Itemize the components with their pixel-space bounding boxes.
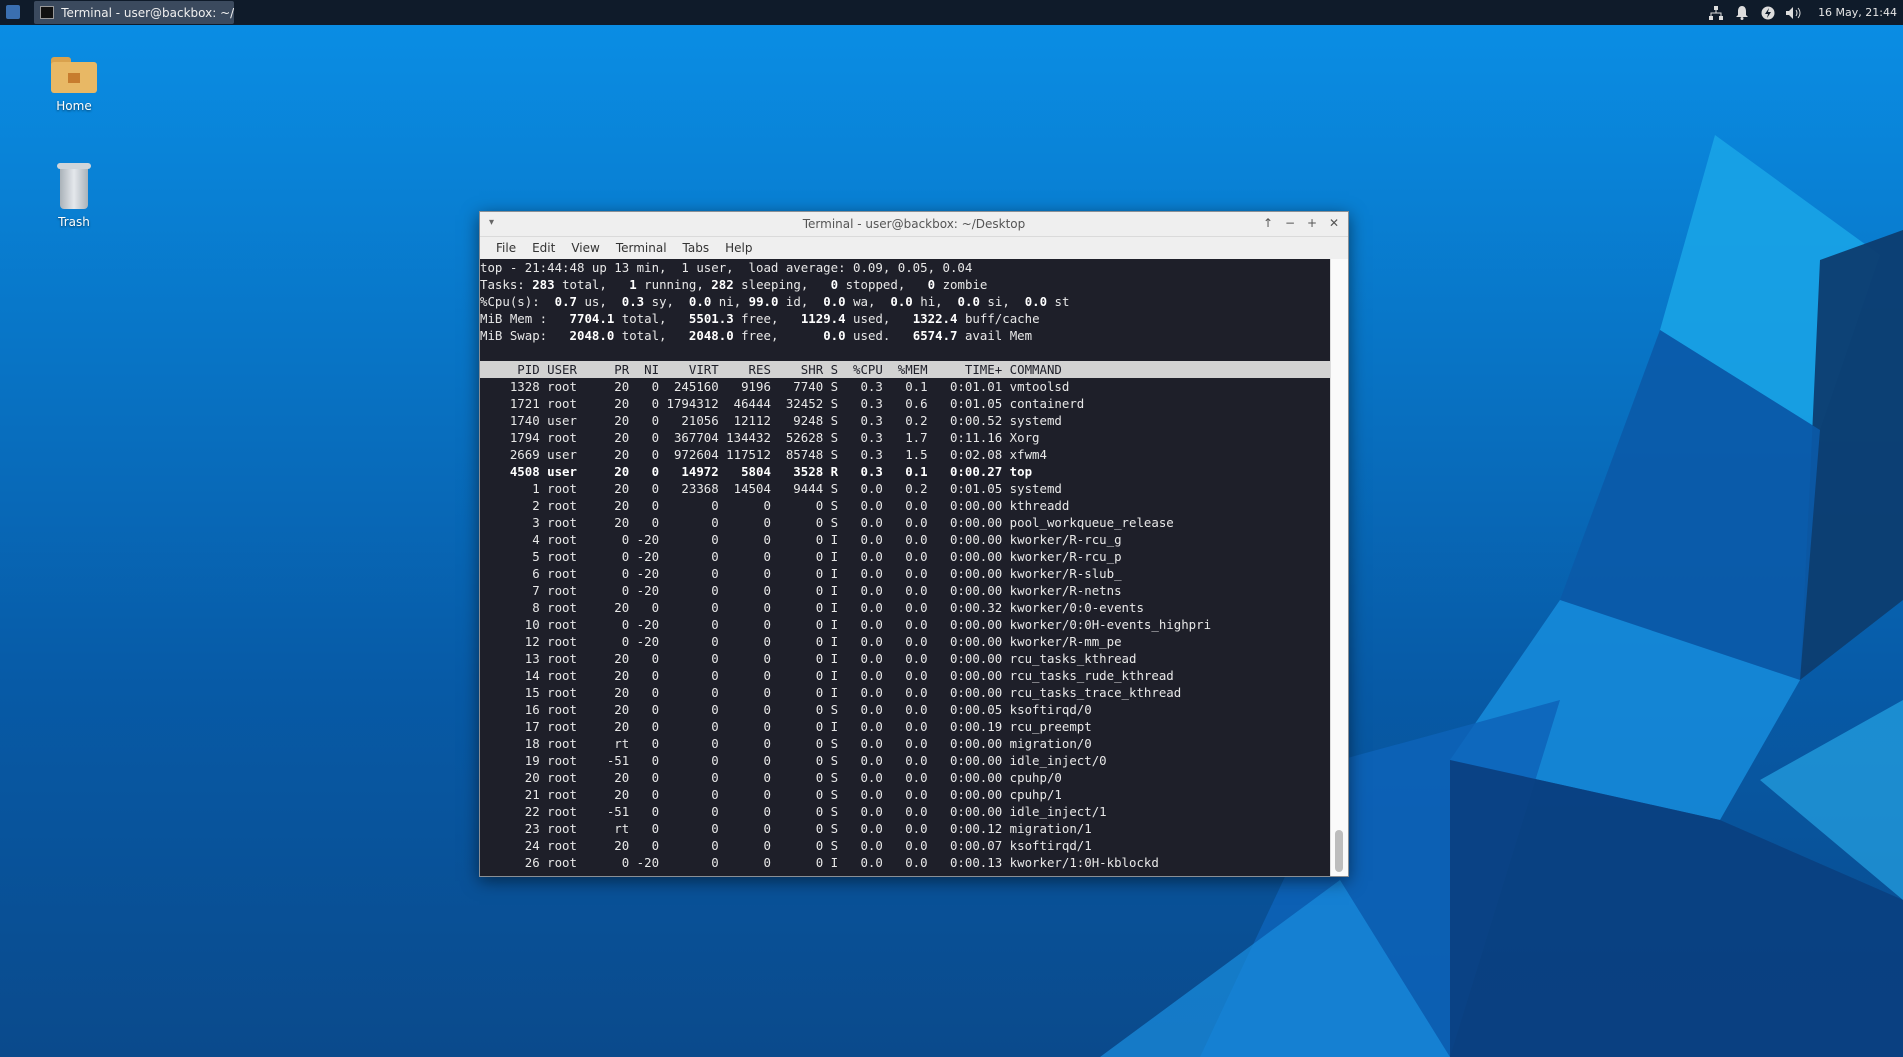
terminal-scrollbar[interactable] [1330,259,1348,876]
process-row: 4 root 0 -20 0 0 0 I 0.0 0.0 0:00.00 kwo… [480,532,1122,547]
process-row: 17 root 20 0 0 0 0 I 0.0 0.0 0:00.19 rcu… [480,719,1092,734]
minimize-icon[interactable]: − [1282,215,1298,231]
process-row: 5 root 0 -20 0 0 0 I 0.0 0.0 0:00.00 kwo… [480,549,1122,564]
applications-menu-icon[interactable] [6,5,20,19]
power-icon[interactable] [1760,5,1776,21]
process-row: 1 root 20 0 23368 14504 9444 S 0.0 0.2 0… [480,481,1062,496]
process-row: 8 root 20 0 0 0 0 I 0.0 0.0 0:00.32 kwor… [480,600,1144,615]
process-row: 14 root 20 0 0 0 0 I 0.0 0.0 0:00.00 rcu… [480,668,1174,683]
menu-file[interactable]: File [488,241,524,255]
tasks-total: 283 [532,277,555,292]
mem-buff: 1322.4 [912,311,958,326]
terminal-icon [40,6,55,19]
blank-line [480,344,1330,361]
top-cpu-line: %Cpu(s): 0.7 us, 0.3 sy, 0.0 ni, 99.0 id… [480,294,1070,309]
process-row: 7 root 0 -20 0 0 0 I 0.0 0.0 0:00.00 kwo… [480,583,1122,598]
process-row: 3 root 20 0 0 0 0 S 0.0 0.0 0:00.00 pool… [480,515,1174,530]
process-row: 2669 user 20 0 972604 117512 85748 S 0.3… [480,447,1047,462]
taskbar-title: Terminal - user@backbox: ~/... [61,5,234,20]
mem-used: 1129.4 [800,311,846,326]
bell-icon[interactable] [1734,5,1750,21]
desktop-icon-home[interactable]: Home [34,57,114,113]
process-table-header: PID USER PR NI VIRT RES SHR S %CPU %MEM … [480,361,1330,378]
desktop-icon-trash[interactable]: Trash [34,163,114,229]
cpu-si: 0.0 [957,294,980,309]
menu-edit[interactable]: Edit [524,241,563,255]
tasks-zombie: 0 [927,277,936,292]
top-panel: Terminal - user@backbox: ~/... 16 May, 2… [0,0,1903,25]
home-folder-icon [51,57,97,93]
mem-free: 5501.3 [688,311,734,326]
process-row: 24 root 20 0 0 0 0 S 0.0 0.0 0:00.07 kso… [480,838,1092,853]
volume-icon[interactable] [1786,5,1802,21]
top-swap-line: MiB Swap: 2048.0 total, 2048.0 free, 0.0… [480,328,1033,343]
window-title: Terminal - user@backbox: ~/Desktop [802,217,1026,231]
home-label: Home [56,99,92,113]
swap-free: 2048.0 [688,328,734,343]
process-row: 1794 root 20 0 367704 134432 52628 S 0.3… [480,430,1040,445]
keep-above-icon[interactable]: ↑ [1260,215,1276,231]
process-row: 6 root 0 -20 0 0 0 I 0.0 0.0 0:00.00 kwo… [480,566,1122,581]
network-icon[interactable] [1708,5,1724,21]
close-icon[interactable]: ✕ [1326,215,1342,231]
process-row: 21 root 20 0 0 0 0 S 0.0 0.0 0:00.00 cpu… [480,787,1062,802]
process-row: 12 root 0 -20 0 0 0 I 0.0 0.0 0:00.00 kw… [480,634,1122,649]
process-row: 2 root 20 0 0 0 0 S 0.0 0.0 0:00.00 kthr… [480,498,1070,513]
process-row: 13 root 20 0 0 0 0 I 0.0 0.0 0:00.00 rcu… [480,651,1137,666]
process-row: 22 root -51 0 0 0 0 S 0.0 0.0 0:00.00 id… [480,804,1107,819]
trash-icon [57,163,91,209]
tasks-sleeping: 282 [711,277,734,292]
process-row: 15 root 20 0 0 0 0 I 0.0 0.0 0:00.00 rcu… [480,685,1182,700]
window-titlebar[interactable]: ▾ Terminal - user@backbox: ~/Desktop ↑ −… [480,212,1348,237]
tasks-stopped: 0 [830,277,839,292]
process-row: 1721 root 20 0 1794312 46444 32452 S 0.3… [480,396,1085,411]
taskbar-terminal-button[interactable]: Terminal - user@backbox: ~/... [34,1,234,24]
menu-terminal[interactable]: Terminal [608,241,675,255]
cpu-ni: 0.0 [688,294,712,309]
cpu-sy: 0.3 [621,294,645,309]
menu-tabs[interactable]: Tabs [675,241,718,255]
process-row: 16 root 20 0 0 0 0 S 0.0 0.0 0:00.05 kso… [480,702,1092,717]
process-row: 19 root -51 0 0 0 0 S 0.0 0.0 0:00.00 id… [480,753,1107,768]
process-row: 1328 root 20 0 245160 9196 7740 S 0.3 0.… [480,379,1070,394]
cpu-st: 0.0 [1024,294,1048,309]
menu-bar: File Edit View Terminal Tabs Help [480,237,1348,259]
process-row: 23 root rt 0 0 0 0 S 0.0 0.0 0:00.12 mig… [480,821,1092,836]
terminal-output[interactable]: top - 21:44:48 up 13 min, 1 user, load a… [480,259,1330,876]
process-row: 1740 user 20 0 21056 12112 9248 S 0.3 0.… [480,413,1062,428]
process-row: 4508 user 20 0 14972 5804 3528 R 0.3 0.1… [480,464,1033,479]
process-row: 20 root 20 0 0 0 0 S 0.0 0.0 0:00.00 cpu… [480,770,1062,785]
top-mem-line: MiB Mem : 7704.1 total, 5501.3 free, 112… [480,311,1040,326]
maximize-icon[interactable]: + [1304,215,1320,231]
cpu-hi: 0.0 [890,294,913,309]
menu-help[interactable]: Help [717,241,760,255]
swap-used: 0.0 [823,328,846,343]
trash-label: Trash [58,215,90,229]
cpu-wa: 0.0 [823,294,846,309]
system-tray: 16 May, 21:44 [1708,0,1897,25]
swap-total: 2048.0 [569,328,615,343]
top-tasks-line: Tasks: 283 total, 1 running, 282 sleepin… [480,277,988,292]
top-uptime-line: top - 21:44:48 up 13 min, 1 user, load a… [480,260,973,275]
cpu-us: 0.7 [554,294,577,309]
scrollbar-thumb[interactable] [1335,830,1343,872]
cpu-id: 99.0 [748,294,779,309]
clock[interactable]: 16 May, 21:44 [1818,6,1897,19]
tasks-running: 1 [629,277,637,292]
process-row: 18 root rt 0 0 0 0 S 0.0 0.0 0:00.00 mig… [480,736,1092,751]
process-row: 10 root 0 -20 0 0 0 I 0.0 0.0 0:00.00 kw… [480,617,1212,632]
process-row: 26 root 0 -20 0 0 0 I 0.0 0.0 0:00.13 kw… [480,855,1159,870]
mem-total: 7704.1 [569,311,615,326]
terminal-window[interactable]: ▾ Terminal - user@backbox: ~/Desktop ↑ −… [479,211,1349,877]
process-table-body: 1328 root 20 0 245160 9196 7740 S 0.3 0.… [480,378,1330,871]
swap-avail: 6574.7 [912,328,958,343]
menu-view[interactable]: View [563,241,607,255]
